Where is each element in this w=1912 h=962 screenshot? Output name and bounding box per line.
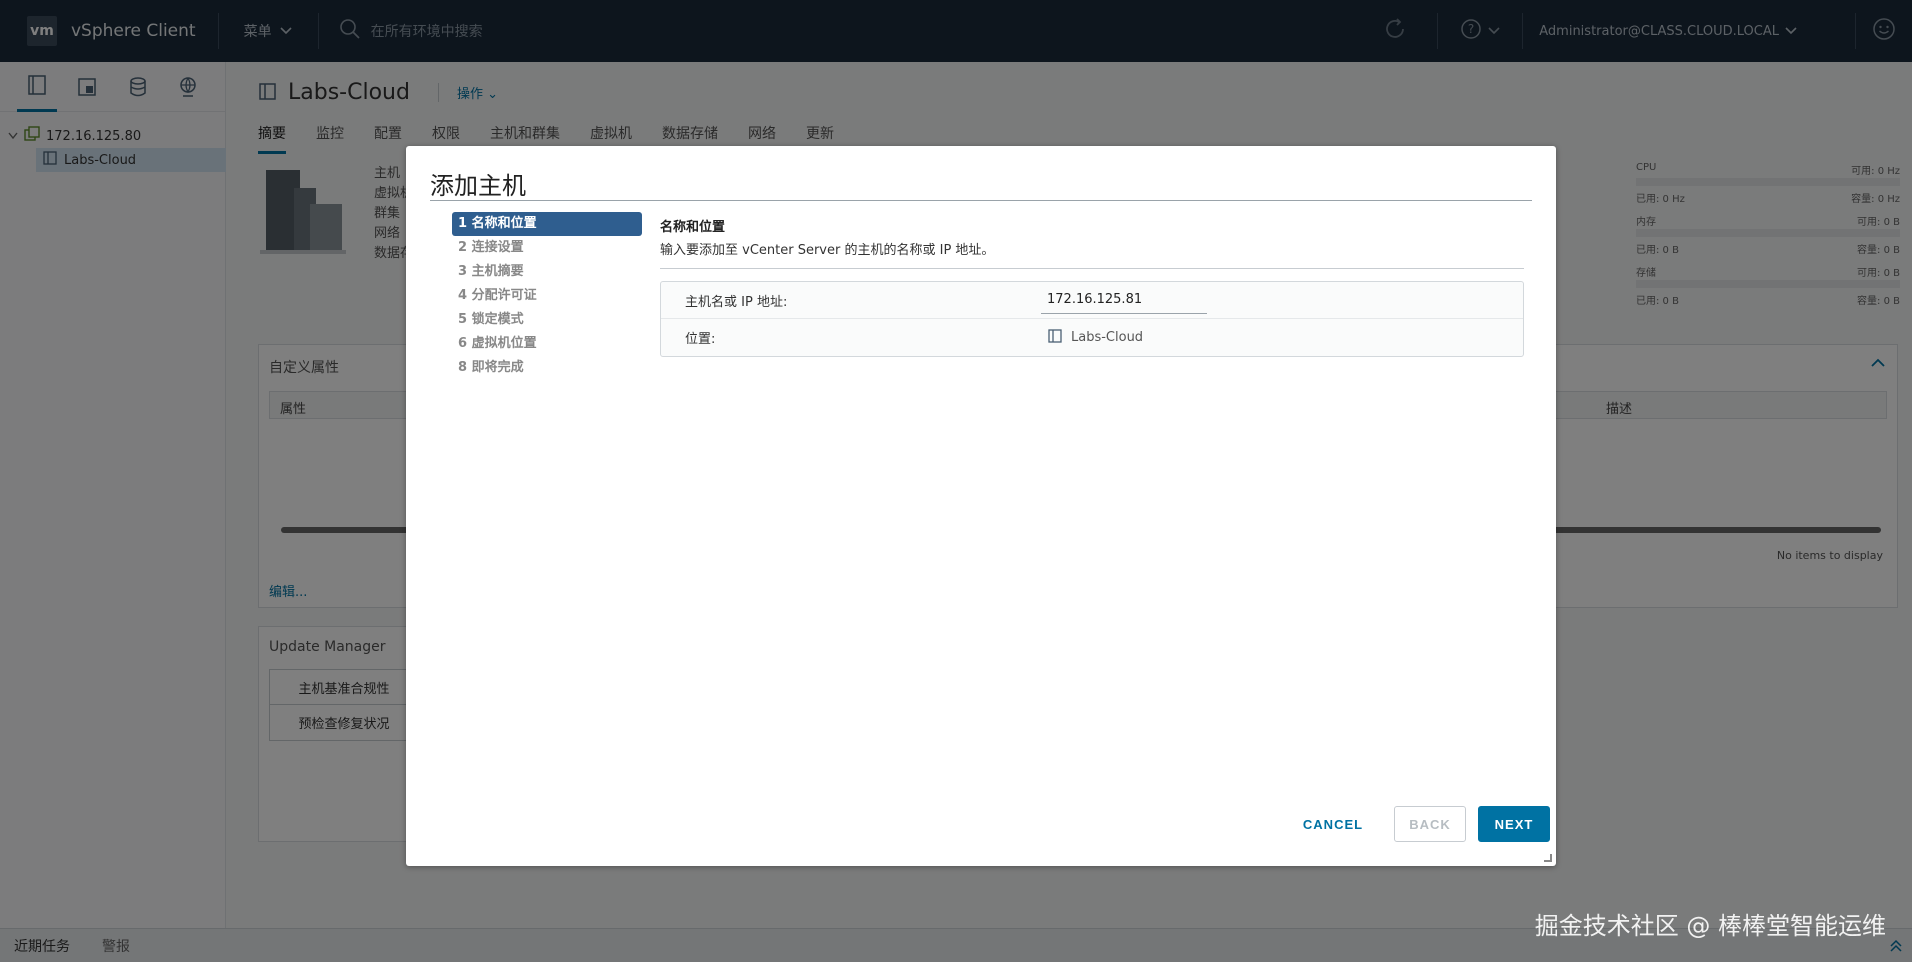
back-button[interactable]: BACK bbox=[1394, 806, 1466, 842]
host-label: 主机名或 IP 地址: bbox=[685, 294, 788, 310]
section-description: 输入要添加至 vCenter Server 的主机的名称或 IP 地址。 bbox=[660, 243, 995, 258]
section-title: 名称和位置 bbox=[660, 220, 726, 235]
resize-handle-icon[interactable] bbox=[1544, 854, 1552, 862]
location-label: 位置: bbox=[685, 332, 716, 347]
dialog-buttons: CANCEL BACK NEXT bbox=[1284, 806, 1550, 842]
wizard-step[interactable]: 1 名称和位置 bbox=[452, 212, 642, 236]
wizard-step[interactable]: 5 锁定模式 bbox=[452, 308, 642, 332]
wizard-step[interactable]: 4 分配许可证 bbox=[452, 284, 642, 308]
location-text: Labs-Cloud bbox=[1071, 330, 1144, 345]
wizard-step[interactable]: 3 主机摘要 bbox=[452, 260, 642, 284]
next-button[interactable]: NEXT bbox=[1478, 806, 1550, 842]
form-row-host: 主机名或 IP 地址: bbox=[661, 282, 1523, 319]
datacenter-icon bbox=[1047, 328, 1063, 348]
watermark-text: 掘金技术社区 @ 棒棒堂智能运维 bbox=[1534, 912, 1886, 940]
cancel-button[interactable]: CANCEL bbox=[1284, 806, 1382, 842]
host-form: 主机名或 IP 地址: 位置: Labs-Cloud bbox=[660, 281, 1524, 357]
wizard-step[interactable]: 2 连接设置 bbox=[452, 236, 642, 260]
content-divider bbox=[660, 268, 1524, 269]
dialog-title: 添加主机 bbox=[430, 172, 526, 200]
add-host-dialog: 添加主机 1 名称和位置 2 连接设置 3 主机摘要 4 分配许可证 5 锁定模式 6 虚… bbox=[406, 146, 1556, 866]
dialog-divider bbox=[430, 200, 1532, 201]
wizard-step[interactable]: 8 即将完成 bbox=[452, 356, 642, 380]
host-ip-input[interactable] bbox=[1041, 286, 1207, 314]
wizard-steps: 1 名称和位置 2 连接设置 3 主机摘要 4 分配许可证 5 锁定模式 6 虚拟机位置 8… bbox=[452, 212, 642, 380]
location-value: Labs-Cloud bbox=[1041, 328, 1143, 348]
wizard-content: 名称和位置 输入要添加至 vCenter Server 的主机的名称或 IP 地… bbox=[660, 216, 1524, 357]
form-row-location: 位置: Labs-Cloud bbox=[661, 319, 1523, 356]
wizard-step[interactable]: 6 虚拟机位置 bbox=[452, 332, 642, 356]
